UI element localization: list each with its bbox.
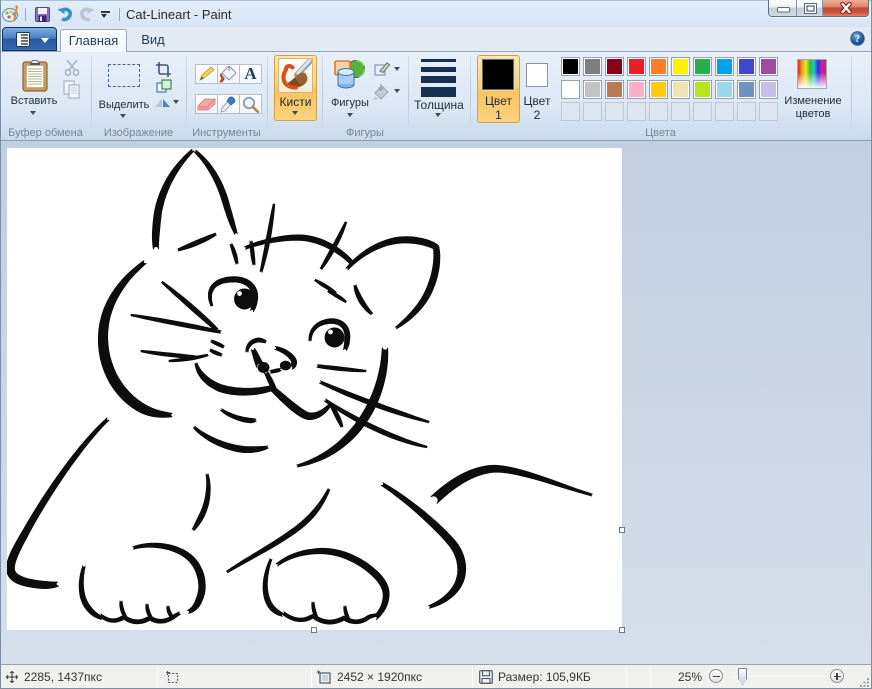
svg-text:?: ? [855,34,860,45]
